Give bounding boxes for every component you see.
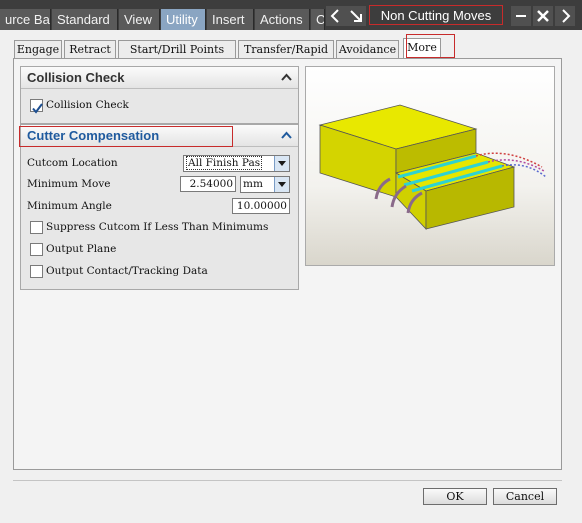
minimize-icon bbox=[516, 15, 526, 17]
dropdown-arrow[interactable] bbox=[274, 156, 289, 171]
cutcom-location-label: Cutcom Location bbox=[27, 157, 118, 169]
suppress-cutcom-label: Suppress Cutcom If Less Than Minimums bbox=[46, 221, 269, 233]
minimum-angle-input[interactable]: 10.00000 bbox=[232, 198, 290, 214]
preview-image bbox=[305, 66, 555, 266]
cutter-comp-illustration bbox=[318, 104, 547, 231]
window-title: Non Cutting Moves bbox=[369, 5, 503, 25]
minimum-move-input[interactable]: 2.54000 bbox=[180, 176, 236, 192]
section-highlight bbox=[19, 126, 233, 147]
dropdown-arrow[interactable] bbox=[274, 177, 289, 192]
output-plane-label: Output Plane bbox=[46, 243, 117, 255]
menu-item-utility[interactable]: Utility bbox=[161, 9, 206, 30]
footer-separator bbox=[13, 480, 562, 481]
unit-value: mm bbox=[243, 178, 263, 190]
chevron-left-icon bbox=[330, 9, 339, 23]
cutcom-location-select[interactable]: All Finish Pas bbox=[183, 155, 290, 172]
tab-start-drill-points[interactable]: Start/Drill Points bbox=[118, 40, 236, 59]
collision-check-section: Collision Check Collision Check bbox=[20, 66, 299, 124]
menu-item-truncated[interactable]: C bbox=[311, 9, 325, 30]
tab-retract[interactable]: Retract bbox=[64, 40, 116, 59]
cutcom-location-value: All Finish Pas bbox=[186, 156, 263, 170]
suppress-cutcom-checkbox[interactable] bbox=[30, 221, 43, 234]
menu-item-standard[interactable]: Standard bbox=[52, 9, 118, 30]
menu-item-actions[interactable]: Actions bbox=[255, 9, 310, 30]
chevron-right-icon bbox=[562, 9, 571, 23]
diagonal-arrow-icon bbox=[350, 10, 362, 22]
cutter-compensation-section: Cutter Compensation Cutcom Location All … bbox=[19, 124, 299, 290]
collapse-up-icon[interactable] bbox=[279, 128, 294, 143]
ok-button[interactable]: OK bbox=[423, 488, 487, 505]
output-contact-label: Output Contact/Tracking Data bbox=[46, 265, 208, 277]
chevron-down-icon bbox=[278, 161, 286, 166]
scroll-left-icon[interactable] bbox=[326, 6, 346, 26]
tab-highlight bbox=[406, 34, 455, 58]
collision-check-header[interactable]: Collision Check bbox=[21, 67, 298, 89]
chevron-down-icon bbox=[278, 182, 286, 187]
more-menu-button[interactable] bbox=[555, 6, 575, 26]
arrow-cursor-icon[interactable] bbox=[346, 6, 366, 26]
close-icon bbox=[537, 10, 549, 22]
close-button[interactable] bbox=[533, 6, 553, 26]
minimum-move-unit-select[interactable]: mm bbox=[240, 176, 290, 193]
tab-transfer-rapid[interactable]: Transfer/Rapid bbox=[238, 40, 334, 59]
tab-engage[interactable]: Engage bbox=[14, 40, 62, 59]
collision-check-checkbox[interactable] bbox=[30, 99, 43, 114]
menu-item-source-bar[interactable]: urce Bar bbox=[0, 9, 51, 30]
minimum-move-label: Minimum Move bbox=[27, 178, 111, 190]
collision-check-label: Collision Check bbox=[46, 99, 129, 111]
cancel-button[interactable]: Cancel bbox=[493, 488, 557, 505]
menu-item-view[interactable]: View bbox=[119, 9, 160, 30]
tab-avoidance[interactable]: Avoidance bbox=[336, 40, 399, 59]
checkmark-icon bbox=[32, 103, 43, 114]
collision-check-title: Collision Check bbox=[27, 70, 125, 85]
collapse-up-icon[interactable] bbox=[279, 70, 294, 85]
menu-item-insert[interactable]: Insert bbox=[207, 9, 254, 30]
output-contact-checkbox[interactable] bbox=[30, 265, 43, 278]
minimum-angle-label: Minimum Angle bbox=[27, 200, 112, 212]
output-plane-checkbox[interactable] bbox=[30, 243, 43, 256]
minimize-button[interactable] bbox=[511, 6, 531, 26]
menu-bar: urce Bar Standard View Utility Insert Ac… bbox=[0, 0, 582, 30]
